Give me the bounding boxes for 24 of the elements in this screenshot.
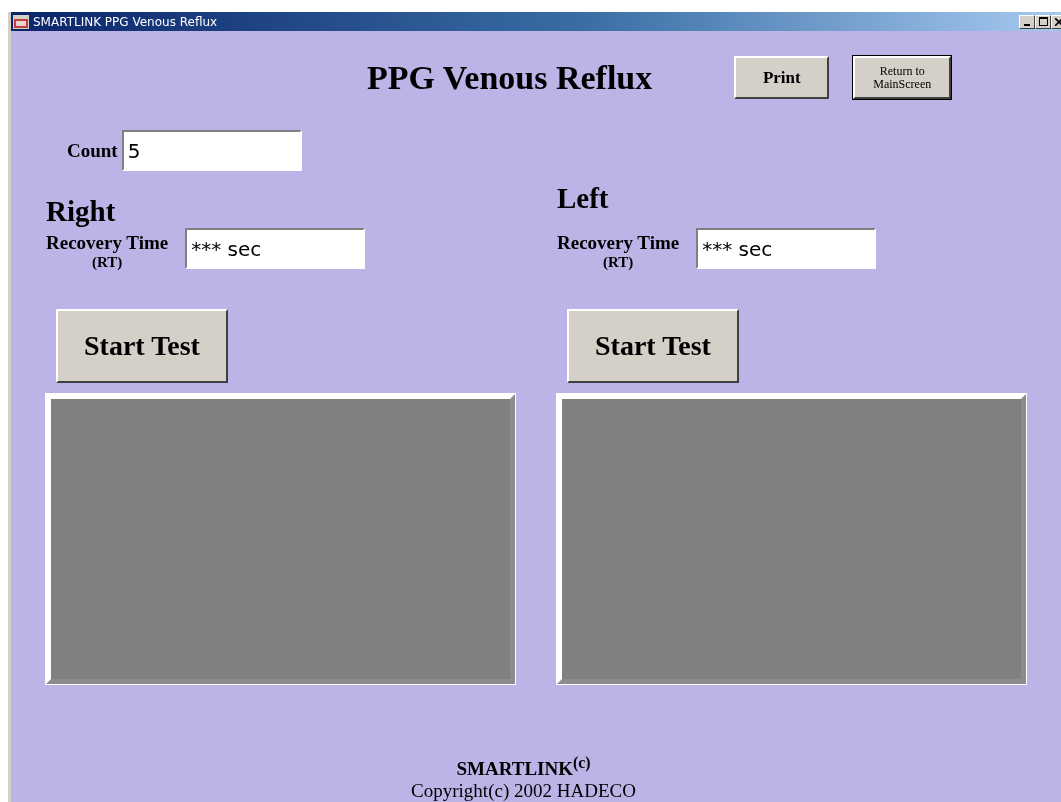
minimize-icon — [1024, 23, 1030, 26]
product-name: SMARTLINK$^{(c)}$ — [456, 752, 591, 780]
side-title: Right — [46, 195, 117, 228]
recovery-time-label: Recovery Time — [46, 232, 169, 254]
minimize-button[interactable] — [1019, 14, 1035, 29]
recovery-time-label: Recovery Time — [557, 232, 680, 254]
recovery-time-abbreviation: (RT) — [602, 254, 634, 271]
print-button[interactable]: Print — [734, 56, 830, 99]
side-title: Left — [557, 182, 610, 215]
start-test-button[interactable]: Start Test — [567, 309, 739, 383]
maximize-button[interactable] — [1035, 14, 1051, 29]
count-field[interactable]: 5 — [121, 130, 302, 171]
copyright-text: Copyright(c) 2002 HADECO — [411, 780, 636, 802]
app-icon — [13, 14, 29, 29]
close-icon — [1055, 17, 1061, 26]
page-heading: PPG Venous Reflux — [367, 58, 653, 97]
count-label: Count — [67, 139, 118, 162]
recovery-time-abbreviation: (RT) — [91, 254, 123, 271]
recovery-time-field[interactable]: *** sec — [185, 228, 366, 269]
maximize-icon — [1038, 17, 1048, 26]
start-test-button[interactable]: Start Test — [56, 309, 228, 383]
recovery-time-field[interactable]: *** sec — [696, 228, 877, 269]
window-title: SMARTLINK PPG Venous Reflux — [33, 14, 219, 29]
return-button[interactable]: Return to MainScreen — [853, 56, 952, 99]
